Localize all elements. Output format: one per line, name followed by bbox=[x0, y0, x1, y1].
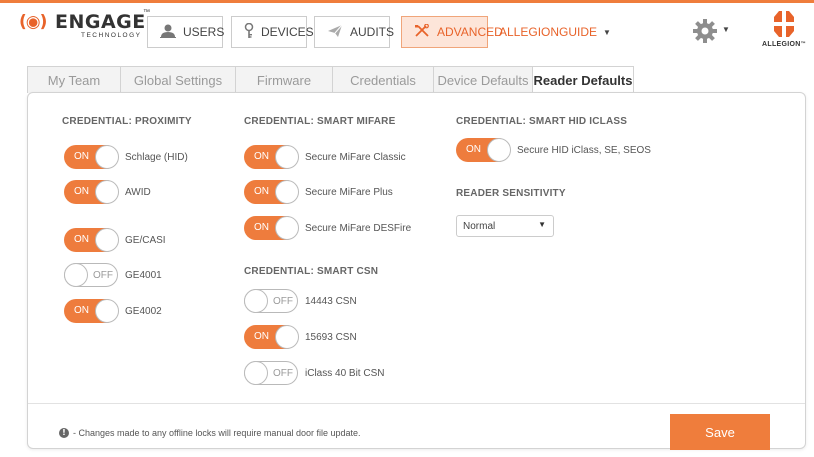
engage-logo-tm: ™ bbox=[143, 9, 150, 16]
mifare-section-title: CREDENTIAL: SMART MIFARE bbox=[244, 116, 396, 127]
reader-sensitivity-title: READER SENSITIVITY bbox=[456, 188, 566, 199]
toggle-mifare-classic[interactable]: ON bbox=[244, 145, 299, 169]
proximity-item: ON GE/CASI bbox=[64, 228, 166, 252]
nav-audits-label: AUDITS bbox=[350, 25, 395, 39]
option-label: Schlage (HID) bbox=[125, 151, 188, 163]
top-header: (◉) ENGAGE ™ TECHNOLOGY USERS DEVICES AU… bbox=[0, 0, 814, 58]
tab-bar: My Team Global Settings Firmware Credent… bbox=[0, 58, 814, 94]
toggle-mifare-plus[interactable]: ON bbox=[244, 180, 299, 204]
save-button[interactable]: Save bbox=[670, 414, 770, 450]
allegion-wordmark: ALLEGION™ bbox=[762, 41, 806, 48]
gear-icon bbox=[692, 19, 718, 48]
engage-logo-mark: (◉) bbox=[19, 12, 47, 32]
user-name: ALLEGIONGUIDE bbox=[499, 25, 598, 39]
option-label: 14443 CSN bbox=[305, 295, 357, 307]
proximity-item: ON GE4002 bbox=[64, 299, 162, 323]
option-label: iClass 40 Bit CSN bbox=[305, 367, 385, 379]
option-label: GE/CASI bbox=[125, 234, 166, 246]
proximity-item: ON AWID bbox=[64, 180, 151, 204]
info-icon: ! bbox=[59, 428, 69, 438]
csn-item: OFF iClass 40 Bit CSN bbox=[244, 361, 384, 385]
toggle-ge4002[interactable]: ON bbox=[64, 299, 119, 323]
settings-caret-icon: ▼ bbox=[722, 25, 730, 34]
option-label: Secure MiFare Classic bbox=[305, 151, 406, 163]
csn-section-title: CREDENTIAL: SMART CSN bbox=[244, 266, 379, 277]
key-icon bbox=[244, 22, 254, 42]
toggle-awid[interactable]: ON bbox=[64, 180, 119, 204]
option-label: AWID bbox=[125, 186, 151, 198]
toggle-schlage-hid[interactable]: ON bbox=[64, 145, 119, 169]
toggle-ge4001[interactable]: OFF bbox=[64, 263, 118, 287]
reader-sensitivity-select[interactable]: Normal ▼ bbox=[456, 215, 554, 237]
toggle-secure-hid-iclass[interactable]: ON bbox=[456, 138, 511, 162]
reader-defaults-panel: CREDENTIAL: PROXIMITY ON Schlage (HID) O… bbox=[27, 92, 806, 450]
nav-users-label: USERS bbox=[183, 25, 225, 39]
mifare-item: ON Secure MiFare Classic bbox=[244, 145, 406, 169]
option-label: Secure MiFare Plus bbox=[305, 186, 393, 198]
tab-device-defaults[interactable]: Device Defaults bbox=[433, 66, 533, 93]
mifare-item: ON Secure MiFare DESFire bbox=[244, 216, 411, 240]
toggle-iclass-40bit-csn[interactable]: OFF bbox=[244, 361, 298, 385]
tab-list: My Team Global Settings Firmware Credent… bbox=[27, 66, 634, 94]
caret-down-icon: ▼ bbox=[538, 220, 546, 229]
tab-credentials[interactable]: Credentials bbox=[332, 66, 434, 93]
engage-logo-word: ENGAGE bbox=[55, 11, 146, 33]
mifare-item: ON Secure MiFare Plus bbox=[244, 180, 393, 204]
engage-logo[interactable]: (◉) ENGAGE ™ TECHNOLOGY bbox=[19, 9, 150, 47]
nav-devices-label: DEVICES bbox=[261, 25, 314, 39]
allegion-logo: ALLEGION™ bbox=[760, 11, 808, 53]
hid-iclass-section-title: CREDENTIAL: SMART HID ICLASS bbox=[456, 116, 628, 127]
hid-iclass-item: ON Secure HID iClass, SE, SEOS bbox=[456, 138, 651, 162]
toggle-mifare-desfire[interactable]: ON bbox=[244, 216, 299, 240]
user-menu[interactable]: ALLEGIONGUIDE ▼ bbox=[499, 16, 611, 48]
engage-logo-subtitle: TECHNOLOGY bbox=[81, 32, 142, 39]
nav-users-button[interactable]: USERS bbox=[147, 16, 225, 48]
proximity-section-title: CREDENTIAL: PROXIMITY bbox=[62, 116, 192, 127]
toggle-15693-csn[interactable]: ON bbox=[244, 325, 299, 349]
tab-reader-defaults[interactable]: Reader Defaults bbox=[532, 66, 634, 94]
option-label: 15693 CSN bbox=[305, 331, 357, 343]
option-label: GE4002 bbox=[125, 305, 162, 317]
tab-my-team[interactable]: My Team bbox=[27, 66, 121, 93]
caret-down-icon: ▼ bbox=[603, 27, 611, 37]
proximity-item: OFF GE4001 bbox=[64, 263, 162, 287]
option-label: Secure MiFare DESFire bbox=[305, 222, 412, 234]
csn-item: ON 15693 CSN bbox=[244, 325, 357, 349]
tab-firmware[interactable]: Firmware bbox=[235, 66, 333, 93]
toggle-14443-csn[interactable]: OFF bbox=[244, 289, 298, 313]
nav-audits-button[interactable]: AUDITS bbox=[314, 16, 394, 48]
reader-sensitivity-value: Normal bbox=[463, 220, 496, 232]
proximity-item: ON Schlage (HID) bbox=[64, 145, 188, 169]
tab-global-settings[interactable]: Global Settings bbox=[120, 66, 236, 93]
offline-locks-note: ! - Changes made to any offline locks wi… bbox=[59, 428, 361, 438]
option-label: GE4001 bbox=[125, 269, 162, 281]
option-label: Secure HID iClass, SE, SEOS bbox=[517, 144, 651, 156]
footer-divider bbox=[28, 403, 805, 404]
tools-icon bbox=[414, 23, 430, 41]
nav-devices-button[interactable]: DEVICES bbox=[231, 16, 314, 48]
nav-advanced-label: ADVANCED bbox=[437, 25, 503, 39]
audit-icon bbox=[327, 24, 343, 41]
nav-advanced-button[interactable]: ADVANCED bbox=[401, 16, 503, 48]
offline-locks-note-text: - Changes made to any offline locks will… bbox=[73, 428, 361, 438]
csn-item: OFF 14443 CSN bbox=[244, 289, 357, 313]
toggle-ge-casi[interactable]: ON bbox=[64, 228, 119, 252]
user-icon bbox=[160, 24, 176, 41]
